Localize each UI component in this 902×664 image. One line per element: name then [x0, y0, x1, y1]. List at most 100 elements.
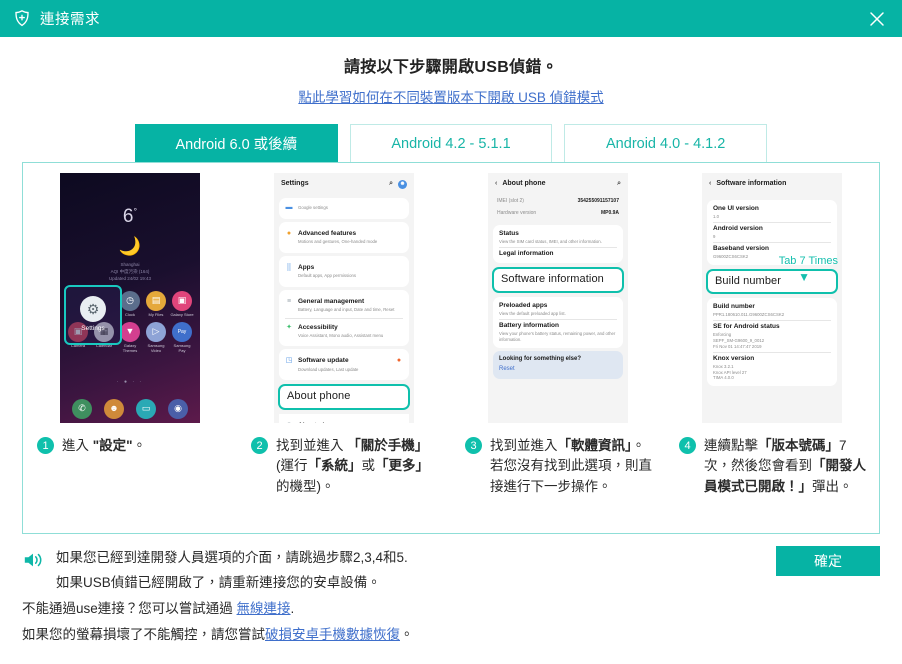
step-1-caption: 1 進入 "設定"。: [33, 436, 227, 456]
settings-item-general-management[interactable]: ≡ General management Battery, Language a…: [279, 289, 409, 347]
dock-internet-icon[interactable]: ◉: [168, 399, 188, 419]
settings-item-apps[interactable]: ⣿ Apps Default apps, App permissions: [279, 255, 409, 287]
page-title: 請按以下步驟開啟USB偵錯。: [344, 59, 558, 76]
close-icon[interactable]: [862, 4, 892, 34]
window-title: 連接需求: [40, 12, 100, 28]
step-3: ‹ About phone ⌕ IMEI (slot 2) 3542550911…: [451, 173, 665, 533]
titlebar-left-group: 連接需求: [12, 8, 100, 29]
software-info-item-build-number[interactable]: Build number PPR1.180610.011.G9600ZCS6CS…: [707, 298, 837, 387]
about-phone-item-battery-information[interactable]: Battery information View your phone's ba…: [499, 322, 617, 343]
footer-note: 如果您已經到達開發人員選項的介面，請跳過步驟2,3,4和5. 如果USB偵錯已經…: [22, 546, 880, 596]
step-3-badge: 3: [465, 437, 482, 454]
search-icon[interactable]: ⌕: [617, 180, 621, 189]
settings-item-about-phone[interactable]: ◉ About phone Status, Legal information,…: [279, 414, 409, 423]
update-badge-icon: ●: [396, 357, 402, 365]
software-info-topbar: ‹ Software information: [702, 173, 842, 195]
software-info-item-android-version: Android version 9: [713, 224, 763, 239]
tab-android-4-2-to-5-1-1[interactable]: Android 4.2 - 5.1.1: [349, 124, 553, 162]
step-2-badge: 2: [251, 437, 268, 454]
step-3-text: 找到並進入「軟體資訊」。若您沒有找到此選項，則直接進行下一步操作。: [490, 438, 652, 494]
highlight-build-number[interactable]: Build number: [706, 268, 838, 295]
tab-android-6-or-later[interactable]: Android 6.0 或後續: [135, 124, 338, 162]
learn-more-link[interactable]: 點此學習如何在不同裝置版本下開啟 USB 偵錯模式: [298, 86, 603, 106]
instruction-header: 請按以下步驟開啟USB偵錯。 點此學習如何在不同裝置版本下開啟 USB 偵錯模式: [0, 37, 902, 107]
dock-phone-icon[interactable]: ✆: [72, 399, 92, 419]
settings-screen: Settings ⌕ ☻ ▬ Google settings ● Advance…: [274, 173, 414, 423]
home-page-dots: · ● · ·: [116, 378, 144, 385]
footer-note-line-1: 如果您已經到達開發人員選項的介面，請跳過步驟2,3,4和5.: [56, 550, 408, 565]
about-phone-hardware-row: Hardware version MP0.9A: [497, 210, 619, 216]
step-4-badge: 4: [679, 437, 696, 454]
wireless-connect-link[interactable]: 無線連接: [237, 601, 291, 616]
weather-moon-icon: 🌙: [118, 236, 142, 256]
footer-line-wireless: 不能通過use連接？您可以嘗試通過 無線連接.: [22, 600, 295, 616]
settings-item-accessibility[interactable]: ✦ Accessibility Voice Assistant, Mono au…: [285, 321, 403, 342]
step-2-caption: 2 找到並進入 「關於手機」 (運行「系統」或「更多」的機型)。: [247, 436, 441, 497]
weather-city: Shanghai: [120, 262, 140, 267]
steps-panel: 6° 🌙 Shanghai AQI 中度污染 (164) Updated 24/…: [22, 162, 902, 534]
step-1-text: 進入 "設定"。: [62, 438, 147, 453]
footer: 如果您已經到達開發人員選項的介面，請跳過步驟2,3,4和5. 如果USB偵錯已經…: [0, 534, 902, 649]
weather-aqi: AQI 中度污染 (164): [110, 269, 150, 275]
home-app-galaxy-store[interactable]: ▣ Galaxy Store: [170, 291, 194, 318]
step-4: ‹ Software information One UI version 1.…: [665, 173, 879, 533]
chevron-left-icon[interactable]: ‹: [495, 180, 497, 189]
step-2: Settings ⌕ ☻ ▬ Google settings ● Advance…: [237, 173, 451, 533]
about-phone-item-preloaded-apps[interactable]: Preloaded apps View the default preloade…: [493, 297, 623, 348]
software-info-item-knox: Knox version Knox 3.2.1 Knox API level 2…: [713, 354, 755, 381]
weather-updated: Updated 24/02 19:43: [108, 276, 152, 282]
about-phone-item-legal[interactable]: Legal information: [499, 250, 617, 258]
footer-note-lines: 如果您已經到達開發人員選項的介面，請跳過步驟2,3,4和5. 如果USB偵錯已經…: [56, 546, 408, 596]
step-4-caption: 4 連續點擊「版本號碼」7次，然後您會看到「開發人員模式已開啟！」彈出。: [675, 436, 869, 497]
search-icon[interactable]: ⌕: [389, 180, 393, 189]
weather-meta: Shanghai AQI 中度污染 (164) Updated 24/02 19…: [60, 261, 200, 283]
window-titlebar: 連接需求: [0, 0, 902, 37]
arrow-down-icon: ▼: [798, 270, 810, 284]
about-phone-topbar: ‹ About phone ⌕: [488, 173, 628, 195]
settings-item-google[interactable]: ▬ Google settings: [279, 198, 409, 219]
weather-temperature: 6°: [122, 206, 138, 227]
android-version-tabs: Android 6.0 或後續 Android 4.2 - 5.1.1 Andr…: [0, 124, 902, 162]
software-information-screen: ‹ Software information One UI version 1.…: [702, 173, 842, 423]
step-3-screenshot: ‹ About phone ⌕ IMEI (slot 2) 3542550911…: [488, 173, 628, 423]
shield-plus-icon: [12, 9, 32, 29]
home-app-samsung-pay[interactable]: Pay Samsung Pay: [170, 321, 194, 354]
step-2-screenshot: Settings ⌕ ☻ ▬ Google settings ● Advance…: [274, 173, 414, 423]
tap-7-times-annotation: Tab 7 Times: [778, 255, 838, 267]
steps-container: 6° 🌙 Shanghai AQI 中度污染 (164) Updated 24/…: [23, 163, 879, 533]
gear-icon: ⚙: [80, 296, 106, 323]
footer-note-line-2: 如果USB偵錯已經開啟了，請重新連接您的安卓設備。: [56, 574, 381, 590]
home-app-my-files[interactable]: ▤ My Files: [144, 291, 168, 318]
chevron-left-icon[interactable]: ‹: [709, 180, 711, 189]
settings-item-advanced-features[interactable]: ● Advanced features Motions and gestures…: [279, 221, 409, 253]
step-1-screenshot: 6° 🌙 Shanghai AQI 中度污染 (164) Updated 24/…: [60, 173, 200, 423]
reset-link[interactable]: Reset: [499, 366, 617, 374]
tab-android-4-0-to-4-1-2[interactable]: Android 4.0 - 4.1.2: [564, 124, 768, 162]
about-phone-hint-card: Looking for something else? Reset: [493, 350, 623, 379]
highlight-about-phone[interactable]: About phone: [278, 384, 410, 411]
broken-android-recovery-link[interactable]: 破損安卓手機數據恢復: [265, 627, 400, 642]
home-app-samsung-video[interactable]: ▷ Samsung Video: [144, 321, 168, 354]
phone-home-screen: 6° 🌙 Shanghai AQI 中度污染 (164) Updated 24/…: [60, 173, 200, 423]
step-2-text: 找到並進入 「關於手機」 (運行「系統」或「更多」的機型)。: [276, 438, 429, 494]
about-phone-imei-row: IMEI (slot 2) 354255091157107: [497, 197, 619, 204]
dock-contacts-icon[interactable]: ☻: [104, 399, 124, 419]
confirm-button[interactable]: 確定: [776, 546, 880, 576]
settings-item-software-update[interactable]: ◳ Software update Download updates, Last…: [279, 349, 409, 381]
home-app-settings-highlighted[interactable]: ⚙ Settings: [64, 285, 122, 345]
software-info-item-se-android: SE for Android status Enforcing SEPF_SM-…: [713, 323, 780, 349]
account-avatar-icon[interactable]: ☻: [398, 180, 407, 189]
about-phone-item-status[interactable]: Status View the SIM card status, IMEI, a…: [493, 225, 623, 264]
footer-line-broken-screen: 如果您的螢幕損壞了不能觸控，請您嘗試破損安卓手機數據恢復。: [22, 627, 414, 643]
software-info-title: Software information: [716, 180, 787, 187]
step-1: 6° 🌙 Shanghai AQI 中度污染 (164) Updated 24/…: [23, 173, 237, 533]
settings-title: Settings: [281, 180, 309, 188]
step-1-badge: 1: [37, 437, 54, 454]
home-dock: ✆ ☻ ▭ ◉: [66, 399, 194, 419]
speaker-icon: [22, 550, 44, 575]
dock-messages-icon[interactable]: ▭: [136, 399, 156, 419]
highlight-software-information[interactable]: Software information: [492, 267, 624, 294]
step-3-caption: 3 找到並進入「軟體資訊」。若您沒有找到此選項，則直接進行下一步操作。: [461, 436, 655, 497]
settings-topbar: Settings ⌕ ☻: [274, 173, 414, 195]
about-phone-screen: ‹ About phone ⌕ IMEI (slot 2) 3542550911…: [488, 173, 628, 423]
